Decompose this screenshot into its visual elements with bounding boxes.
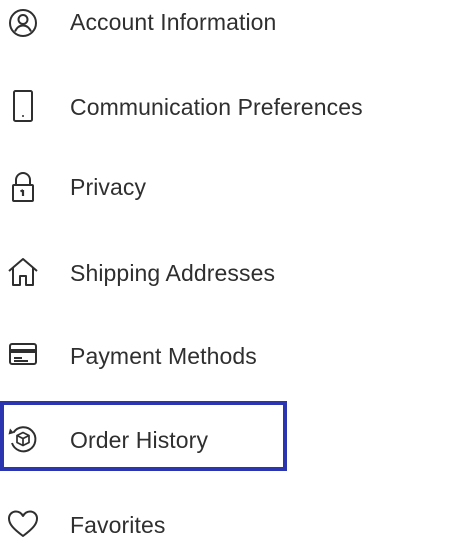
menu-item-payment-methods[interactable]: Payment Methods — [0, 326, 455, 386]
account-circle-icon — [6, 6, 40, 40]
menu-item-label: Favorites — [70, 512, 166, 538]
menu-item-label: Order History — [70, 427, 209, 453]
menu-item-order-history[interactable]: Order History — [0, 410, 455, 470]
house-icon — [6, 255, 40, 289]
phone-icon — [6, 89, 40, 123]
menu-item-communication-preferences[interactable]: Communication Preferences — [0, 77, 455, 137]
menu-item-favorites[interactable]: Favorites — [0, 495, 455, 555]
menu-item-label: Payment Methods — [70, 343, 257, 369]
menu-item-label: Shipping Addresses — [70, 260, 276, 286]
lock-icon — [6, 170, 40, 204]
menu-item-shipping-addresses[interactable]: Shipping Addresses — [0, 243, 455, 303]
order-history-box-icon — [6, 422, 40, 456]
credit-card-icon — [6, 337, 40, 371]
menu-item-account-information[interactable]: Account Information — [0, 0, 455, 54]
heart-icon — [6, 507, 40, 541]
account-menu: Account Information Communication Prefer… — [0, 0, 455, 550]
menu-item-label: Privacy — [70, 174, 147, 200]
menu-item-label: Communication Preferences — [70, 94, 363, 120]
menu-item-label: Account Information — [70, 9, 277, 35]
menu-item-privacy[interactable]: Privacy — [0, 158, 455, 218]
